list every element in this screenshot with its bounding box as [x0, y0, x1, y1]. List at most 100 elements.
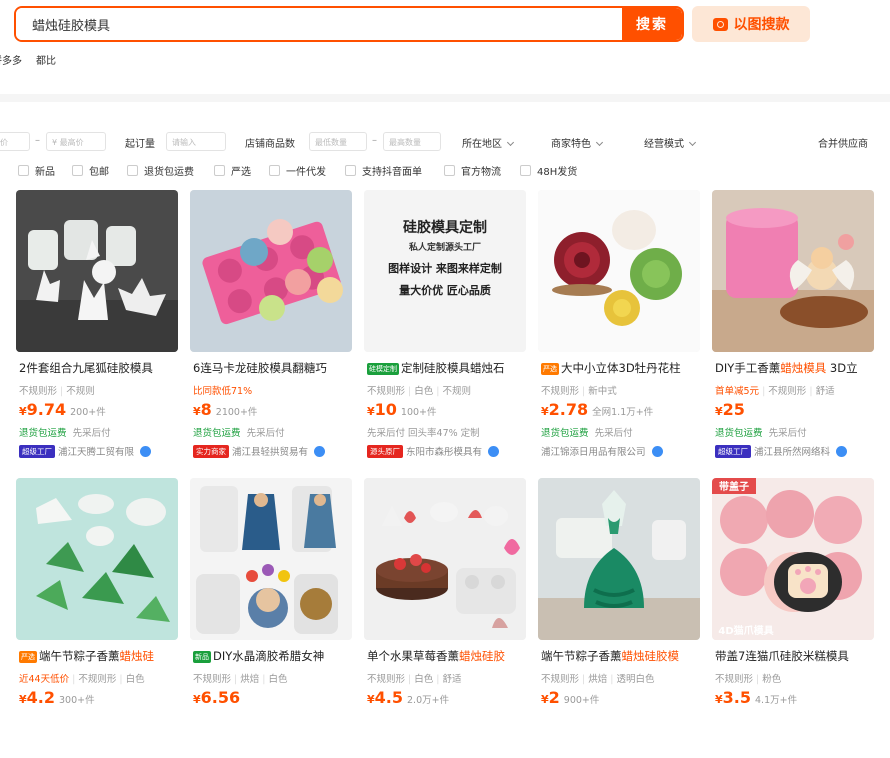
chat-icon[interactable] — [488, 445, 500, 457]
region-dropdown[interactable]: 所在地区 — [462, 135, 515, 150]
price-value: 2 — [548, 688, 560, 707]
title-text: 定制硅胶模具蜡烛石 — [401, 361, 505, 375]
check-selected[interactable]: 严选 — [214, 163, 251, 178]
chat-icon[interactable] — [651, 445, 663, 457]
shop-line[interactable]: 超级工厂 浦江县所然网络科 — [715, 444, 875, 458]
attr-text: 不规则形 — [367, 386, 406, 397]
svg-text:图样设计 来图来样定制: 图样设计 来图来样定制 — [388, 261, 502, 275]
checkbox[interactable] — [18, 165, 29, 176]
chat-icon[interactable] — [314, 445, 326, 457]
shop-line[interactable]: 源头原厂 东阳市森彤模具有 — [367, 444, 527, 458]
check-return-shipping[interactable]: 退货包运费 — [127, 163, 194, 178]
checkbox[interactable] — [127, 165, 138, 176]
product-card[interactable]: 带盖子 4D猫爪模具 带盖7连猫爪硅胶米糕模具 不规则形 | 粉色 ¥3.5 4.1万+… — [712, 478, 874, 758]
range-dash: – — [372, 135, 377, 146]
product-card[interactable]: 端午节粽子香薰蜡烛硅胶模 不规则形 | 烘焙 | 透明白色 ¥2 900+件 — [538, 478, 700, 758]
shop-line[interactable]: 超级工厂 浦江天腾工贸有限 — [19, 444, 179, 458]
check-official-logistics[interactable]: 官方物流 — [444, 163, 501, 178]
image-search-button[interactable]: 以图搜款 — [692, 6, 810, 42]
product-card[interactable]: 单个水果草莓香薰蜡烛硅胶 不规则形 | 白色 | 舒适 ¥4.5 2.0万+件 — [364, 478, 526, 758]
check-dropship[interactable]: 一件代发 — [269, 163, 326, 178]
check-label: 严选 — [231, 167, 251, 178]
checkbox[interactable] — [269, 165, 280, 176]
related-link[interactable]: 拼多多 — [0, 52, 22, 67]
price-value: 3.5 — [722, 688, 751, 707]
check-48h[interactable]: 48H发货 — [520, 163, 577, 178]
product-attrs: 不规则形 | 烘焙 | 透明白色 — [541, 674, 655, 685]
product-title[interactable]: 带盖7连猫爪硅胶米糕模具 — [715, 648, 877, 664]
checkbox[interactable] — [520, 165, 531, 176]
product-card[interactable]: 6连马卡龙硅胶模具翻糖巧 比同款低71% ¥8 2100+件 退货包运费 先采后付 实力商… — [190, 190, 352, 470]
shop-line[interactable]: 实力商家 浦江县轻拱贸易有 — [193, 444, 353, 458]
check-label: 新品 — [35, 167, 55, 178]
product-image[interactable] — [538, 478, 700, 640]
product-title[interactable]: 严选 大中小立体3D牡丹花柱 — [541, 360, 703, 376]
min-order-input[interactable]: 请输入 — [166, 132, 226, 151]
product-card[interactable]: 硅胶模具定制 私人定制源头工厂 图样设计 来图来样定制 量大价优 匠心品质硅模定… — [364, 190, 526, 470]
check-label: 48H发货 — [537, 167, 578, 178]
checkbox[interactable] — [345, 165, 356, 176]
product-title[interactable]: 严选 端午节粽子香薰蜡烛硅 — [19, 648, 181, 664]
attr-text: 不规则形 — [78, 674, 117, 685]
product-image[interactable]: 硅胶模具定制 私人定制源头工厂 图样设计 来图来样定制 量大价优 匠心品质 — [364, 190, 526, 352]
shop-name[interactable]: 浦江县轻拱贸易有 — [232, 444, 308, 458]
shop-name[interactable]: 浦江天腾工贸有限 — [58, 444, 134, 458]
price-max-input[interactable]: ¥ 最高价 — [46, 132, 106, 151]
product-image[interactable] — [190, 478, 352, 640]
checkbox[interactable] — [214, 165, 225, 176]
chat-icon[interactable] — [836, 445, 848, 457]
product-card[interactable]: 严选 大中小立体3D牡丹花柱 不规则形 | 新中式 ¥2.78 全网1.1万+件 退货包运… — [538, 190, 700, 470]
product-card[interactable]: 严选 端午节粽子香薰蜡烛硅 近44天低价 | 不规则形 | 白色 ¥4.2 300+件 — [16, 478, 178, 758]
shop-max-input[interactable]: 最高数量 — [383, 132, 441, 151]
product-image[interactable] — [16, 190, 178, 352]
product-title[interactable]: 端午节粽子香薰蜡烛硅胶模 — [541, 648, 703, 664]
chat-icon[interactable] — [140, 445, 152, 457]
search-button[interactable]: 搜索 — [622, 8, 682, 40]
check-douyin[interactable]: 支持抖音面单 — [345, 163, 422, 178]
merge-supplier-toggle[interactable]: 合并供应商 — [818, 135, 868, 150]
check-new[interactable]: 新品 — [18, 163, 55, 178]
price-min-input[interactable]: 价 — [0, 132, 30, 151]
product-card[interactable]: 新品 DIY水晶滴胶希腊女神 不规则形 | 烘焙 | 白色 ¥6.56 — [190, 478, 352, 758]
product-attrs: 首单减5元 | 不规则形 | 舒适 — [715, 386, 835, 397]
product-attrs: 不规则形 | 烘焙 | 白色 — [193, 674, 288, 685]
attr-text: 白色 — [414, 674, 434, 685]
check-free-shipping[interactable]: 包邮 — [72, 163, 109, 178]
product-title[interactable]: 新品 DIY水晶滴胶希腊女神 — [193, 648, 355, 664]
product-title[interactable]: 单个水果草莓香薰蜡烛硅胶 — [367, 648, 529, 664]
price-value: 10 — [374, 400, 397, 419]
search-input[interactable] — [16, 8, 622, 40]
product-image[interactable] — [712, 190, 874, 352]
shop-line[interactable]: 浦江锦添日用品有限公司 — [541, 444, 701, 458]
related-link[interactable]: 都比 — [36, 52, 56, 67]
product-image[interactable] — [16, 478, 178, 640]
product-card[interactable]: DIY手工香薰蜡烛模具 3D立 首单减5元 | 不规则形 | 舒适 ¥25 退货包运费… — [712, 190, 874, 470]
checkbox[interactable] — [72, 165, 83, 176]
product-title[interactable]: 6连马卡龙硅胶模具翻糖巧 — [193, 360, 355, 376]
shop-name[interactable]: 浦江县所然网络科 — [754, 444, 830, 458]
sold-count: 100+件 — [400, 407, 437, 418]
attr-text: 不规则形 — [715, 674, 754, 685]
mode-dropdown[interactable]: 经营模式 — [644, 135, 697, 150]
checkbox[interactable] — [444, 165, 455, 176]
product-title[interactable]: 2件套组合九尾狐硅胶模具 — [19, 360, 181, 376]
product-image[interactable] — [364, 478, 526, 640]
attr-text: 不规则形 — [193, 674, 232, 685]
product-card[interactable]: 2件套组合九尾狐硅胶模具 不规则形 | 不规则 ¥9.74 200+件 退货包运费 先采… — [16, 190, 178, 470]
service-gray: 先采后付 — [594, 428, 633, 439]
sold-count: 2100+件 — [215, 407, 258, 418]
shop-name[interactable]: 浦江锦添日用品有限公司 — [541, 444, 646, 458]
product-attrs: 不规则形 | 粉色 — [715, 674, 782, 685]
shop-items-label: 店铺商品数 — [245, 139, 295, 150]
merchant-dropdown[interactable]: 商家特色 — [551, 135, 604, 150]
shop-name[interactable]: 东阳市森彤模具有 — [406, 444, 482, 458]
product-image[interactable] — [190, 190, 352, 352]
product-title[interactable]: 硅模定制 定制硅胶模具蜡烛石 — [367, 360, 529, 376]
product-attrs: 不规则形 | 白色 | 舒适 — [367, 674, 462, 685]
promo-text: 比同款低71% — [193, 386, 253, 397]
sold-count: 900+件 — [563, 695, 600, 706]
product-image[interactable] — [538, 190, 700, 352]
shop-min-input[interactable]: 最低数量 — [309, 132, 367, 151]
product-title[interactable]: DIY手工香薰蜡烛模具 3D立 — [715, 360, 877, 376]
product-image[interactable]: 带盖子 4D猫爪模具 — [712, 478, 874, 640]
